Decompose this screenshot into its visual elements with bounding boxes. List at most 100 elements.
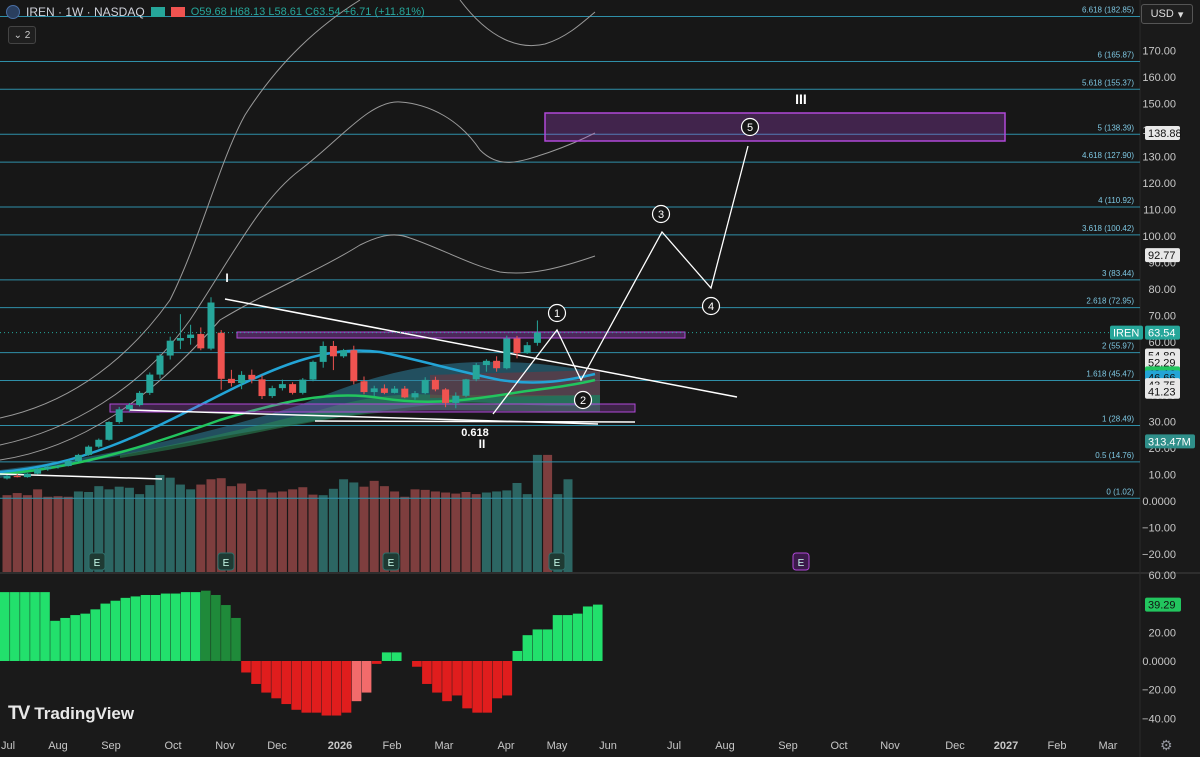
volume-bar (155, 475, 165, 572)
price-axis-tick: 110.00 (1143, 205, 1176, 217)
candle-body (299, 379, 307, 393)
oscillator-axis-tick: 60.00 (1148, 570, 1176, 582)
oscillator-bar (140, 594, 151, 661)
oscillator-bar (361, 661, 372, 693)
oscillator-bar (90, 609, 101, 661)
data-delay-icon (170, 7, 185, 17)
candle-body (431, 379, 439, 390)
volume-bar (288, 489, 298, 572)
time-axis-tick: Dec (945, 740, 965, 752)
price-axis-tick: 30.00 (1148, 417, 1176, 429)
candle-body (227, 378, 235, 384)
candle-body (319, 345, 327, 362)
volume-bar (73, 491, 83, 572)
oscillator-bar (572, 613, 583, 661)
candle-body (3, 476, 11, 479)
fib-level-label: 5 (138.39) (1098, 123, 1135, 132)
oscillator-bar (371, 661, 382, 664)
candle-body (278, 384, 286, 389)
candle-body (187, 334, 195, 339)
candle-body (462, 379, 470, 396)
oscillator-bar (442, 661, 452, 702)
oscillator-bar (502, 661, 513, 696)
symbol-title[interactable]: IREN · 1W · NASDAQ (26, 5, 145, 19)
gear-icon[interactable]: ⚙ (1160, 737, 1173, 754)
oscillator-axis-tick: 0.0000 (1142, 656, 1176, 668)
candle-body (54, 466, 62, 468)
time-axis-tick: Nov (880, 740, 900, 752)
time-axis-tick: Mar (435, 740, 454, 752)
volume-bar (359, 486, 369, 572)
oscillator-bar (180, 592, 191, 661)
price-axis-tick: 120.00 (1142, 178, 1176, 190)
volume-bar (206, 479, 216, 572)
candle-body (197, 334, 205, 349)
fib-level-label: 2 (55.97) (1102, 342, 1134, 351)
price-axis-tick: 170.00 (1142, 46, 1176, 58)
oscillator-bar (130, 596, 141, 661)
candle-body (513, 338, 521, 354)
chevron-down-icon: ▾ (1177, 8, 1184, 21)
time-axis-tick: Aug (48, 740, 68, 752)
time-axis-tick: Apr (497, 740, 514, 752)
time-axis-tick: 2026 (328, 740, 352, 752)
volume-bar (512, 482, 522, 572)
volume-bar (441, 492, 451, 572)
time-axis-tick: Oct (830, 740, 847, 752)
volume-bar (451, 493, 461, 572)
volume-bar (43, 496, 53, 572)
wave5-target-zone (544, 112, 1006, 142)
volume-bar (104, 489, 114, 572)
candle-body (360, 381, 368, 393)
fib-level-label: 0 (1.02) (1106, 487, 1134, 496)
oscillator-bar (40, 592, 50, 661)
oscillator-bar (331, 661, 342, 716)
price-tag-text: 92.77 (1148, 250, 1176, 262)
wave-label-number: 2 (580, 395, 586, 407)
oscillator-axis-tick: 20.00 (1148, 627, 1176, 639)
oscillator-bar (221, 605, 231, 661)
oscillator-bar (170, 593, 181, 661)
volume-bar (420, 489, 430, 572)
candle-body (146, 374, 154, 393)
volume-bar (12, 493, 22, 572)
candle-body (289, 384, 297, 393)
price-axis-tick: 70.00 (1148, 311, 1176, 323)
price-chart[interactable]: 6.618 (182.85) 6 (165.87) 5.618 (155.37) 5 … (0, 0, 1200, 757)
candle-body (207, 302, 215, 349)
time-axis-tick: Sep (778, 740, 798, 752)
time-axis-tick: Jul (667, 740, 681, 752)
volume-bar (33, 489, 43, 572)
fib-level-label: 1 (28.49) (1102, 415, 1134, 424)
volume-bar (318, 495, 328, 572)
volume-bar (400, 496, 410, 572)
oscillator-bar (10, 592, 20, 661)
tradingview-mark-icon: TV (8, 703, 30, 724)
price-axis-tick: −20.00 (1142, 549, 1176, 561)
time-axis-tick: Sep (101, 740, 121, 752)
oscillator-axis-tick: −40.00 (1142, 713, 1176, 725)
oscillator-axis-tick: −20.00 (1142, 685, 1176, 697)
fib-level-label: 1.618 (45.47) (1086, 370, 1134, 379)
oscillator-bar (592, 604, 603, 661)
volume-bar (22, 495, 32, 572)
candle-body (493, 360, 501, 369)
candle-body (370, 388, 378, 393)
volume-bar (492, 491, 502, 572)
volume-bar (328, 488, 338, 572)
symbol-tag-text: IREN (1113, 328, 1139, 340)
indicators-collapse-button[interactable]: ⌄ 2 (8, 26, 36, 44)
wave-label-number: 3 (658, 209, 664, 221)
volume-bar (196, 484, 206, 572)
fib-level-label: 4.618 (127.90) (1082, 151, 1134, 160)
oscillator-bar (422, 661, 432, 684)
oscillator-bar (211, 594, 221, 661)
volume-bar (430, 491, 440, 572)
wave-label-number: 5 (747, 122, 753, 134)
fib-level-label: 3.618 (100.42) (1082, 224, 1134, 233)
oscillator-bar (80, 613, 90, 661)
time-axis-tick: Jul (1, 740, 15, 752)
currency-select[interactable]: USD ▾ (1141, 4, 1193, 24)
earnings-marker-label: E (223, 558, 230, 569)
volume-bar (349, 482, 359, 572)
